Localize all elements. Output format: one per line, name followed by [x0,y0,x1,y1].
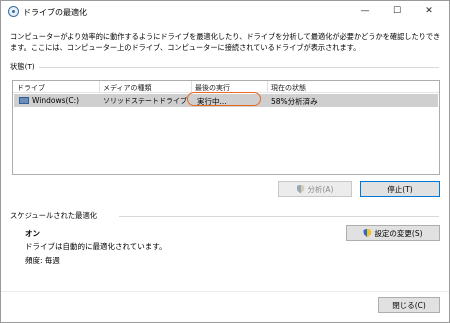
column-separator [267,81,268,93]
column-header-drive[interactable]: ドライブ [17,83,45,93]
close-button[interactable]: 閉じる(C) [378,297,440,313]
column-header-media-type[interactable]: メディアの種類 [103,83,152,93]
description-text: コンピューターがより効率的に動作するようにドライブを最適化したり、ドライブを分析… [10,32,441,52]
drive-icon [19,97,29,104]
title-bar: ドライブの最適化 — ☐ ✕ [1,1,449,23]
window-title: ドライブの最適化 [23,8,87,17]
minimize-button[interactable]: — [353,1,377,21]
drive-name: Windows(C:) [32,96,80,105]
maximize-button[interactable]: ☐ [385,1,409,21]
current-status: 58%分析済み [271,97,318,106]
analyze-button-label: 分析(A) [307,184,334,194]
last-run-highlight [187,92,261,106]
optimize-drives-window: ドライブの最適化 — ☐ ✕ コンピューターがより効率的に動作するようにドライブ… [0,0,450,323]
uac-shield-icon [296,184,305,194]
uac-shield-icon [363,228,372,238]
column-header-current-status[interactable]: 現在の状態 [271,83,306,93]
defrag-app-icon [8,6,19,17]
column-separator [99,81,100,93]
analyze-button[interactable]: 分析(A) [278,181,352,197]
footer-divider [1,291,449,292]
stop-button-label: 停止(T) [387,184,413,194]
schedule-section-label: スケジュールされた最適化 [10,211,98,220]
close-window-button[interactable]: ✕ [417,1,441,21]
change-settings-button-label: 設定の変更(S) [374,228,423,238]
change-settings-button[interactable]: 設定の変更(S) [346,225,440,241]
status-section-divider [39,67,439,68]
schedule-section-divider [119,216,439,217]
stop-button[interactable]: 停止(T) [360,181,440,197]
media-type: ソリッドステートドライブ [103,97,187,105]
schedule-detail: ドライブは自動的に最適化されています。 [25,242,167,251]
close-button-label: 閉じる(C) [392,300,426,310]
schedule-frequency: 頻度: 毎週 [25,256,60,265]
status-section-label: 状態(T) [10,62,35,71]
schedule-state: オン [25,229,40,238]
